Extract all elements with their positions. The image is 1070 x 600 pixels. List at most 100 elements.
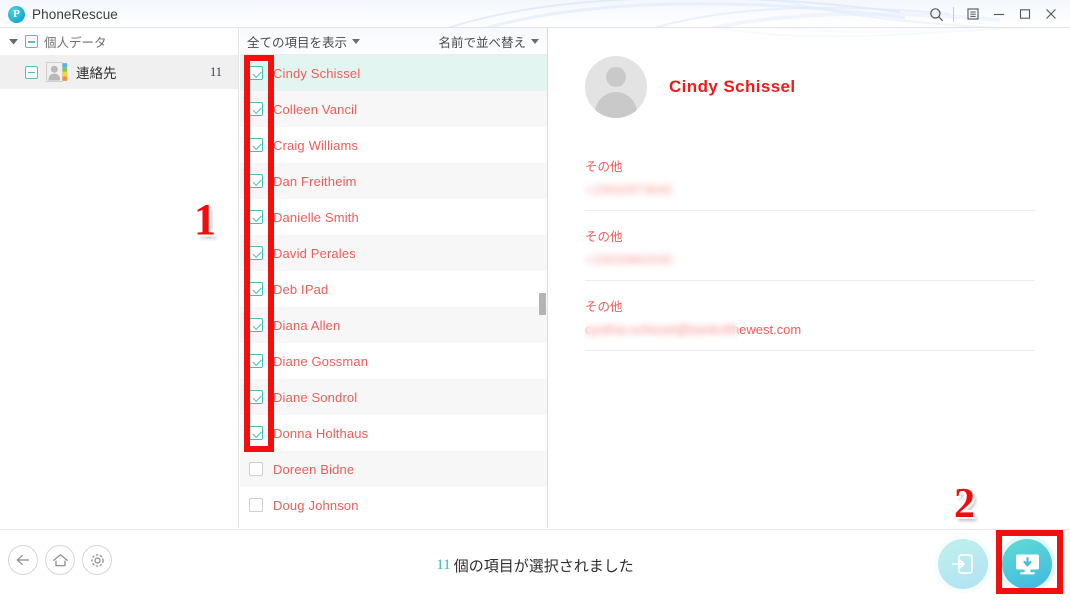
contact-name: Craig Williams xyxy=(273,137,359,153)
row-checkbox[interactable] xyxy=(249,102,263,116)
logo-letter: P xyxy=(13,7,20,20)
row-checkbox[interactable] xyxy=(249,66,263,80)
contact-name: Donna Holthaus xyxy=(273,425,369,441)
contacts-checkbox[interactable] xyxy=(25,65,38,79)
selection-status: 11 個の項目が選択されました xyxy=(0,530,1070,600)
nav-buttons xyxy=(8,545,112,575)
detail-field-value: +15632873640 xyxy=(585,182,1035,199)
filter-dropdown[interactable]: 全ての項目を表示 xyxy=(247,32,361,51)
selection-status-text: 個の項目が選択されました xyxy=(453,558,634,575)
partially-redacted-value: cynthia.schissel@bankofthewest.com xyxy=(585,320,801,341)
sidebar-item-label: 連絡先 xyxy=(76,66,117,81)
bottom-bar: 11 個の項目が選択されました xyxy=(0,529,1070,600)
table-row[interactable]: Cindy Schissel xyxy=(240,55,547,91)
sidebar-item-contacts[interactable]: 連絡先 11 xyxy=(0,55,238,89)
sidebar: 個人データ 連絡先 11 xyxy=(0,28,239,528)
table-row[interactable]: Diane Sondrol xyxy=(240,379,547,415)
title-bar: P PhoneRescue xyxy=(0,0,1070,28)
table-row[interactable]: Craig Williams xyxy=(240,127,547,163)
contact-name: Deb IPad xyxy=(273,281,329,297)
selection-count: 11 xyxy=(436,557,451,573)
table-row[interactable]: Doug Johnson xyxy=(240,487,547,523)
minimize-icon[interactable] xyxy=(986,0,1012,27)
chevron-down-icon xyxy=(352,38,361,44)
group-checkbox[interactable] xyxy=(25,35,38,48)
sort-label: 名前で並べ替え xyxy=(438,35,526,50)
list-scrollbar[interactable] xyxy=(539,55,546,528)
chevron-down-icon xyxy=(531,38,539,44)
close-icon[interactable] xyxy=(1038,0,1064,27)
phonerescue-window: P PhoneRescue 個人データ 連絡先 11 全ての項目を表示 名前で並… xyxy=(0,0,1070,600)
row-checkbox[interactable] xyxy=(249,282,263,296)
maximize-icon[interactable] xyxy=(1012,0,1038,27)
table-row[interactable]: Diana Allen xyxy=(240,307,547,343)
contact-name: Dan Freitheim xyxy=(273,173,357,189)
row-checkbox[interactable] xyxy=(249,210,263,224)
search-icon[interactable] xyxy=(923,0,949,27)
contact-name: Diana Allen xyxy=(273,317,341,333)
sidebar-group-label: 個人データ xyxy=(44,36,107,50)
contact-name: David Perales xyxy=(273,245,356,261)
detail-field: その他 +15633862040 xyxy=(585,226,1035,281)
avatar-placeholder-icon xyxy=(585,56,647,118)
detail-field-value: cynthia.schissel@bankofthewest.com xyxy=(585,320,1035,341)
detail-field-label: その他 xyxy=(585,160,623,174)
detail-field-value: +15633862040 xyxy=(585,252,1035,269)
table-row[interactable]: Danielle Smith xyxy=(240,199,547,235)
contact-name: Danielle Smith xyxy=(273,209,359,225)
back-arrow-icon[interactable] xyxy=(8,545,38,575)
filter-label: 全ての項目を表示 xyxy=(247,35,348,50)
table-row[interactable]: Doreen Bidne xyxy=(240,451,547,487)
row-checkbox[interactable] xyxy=(249,174,263,188)
row-checkbox[interactable] xyxy=(249,354,263,368)
redaction-mask xyxy=(585,320,738,341)
table-row[interactable]: David Perales xyxy=(240,235,547,271)
contact-name: Doreen Bidne xyxy=(273,461,355,477)
list-toolbar: 全ての項目を表示 名前で並べ替え xyxy=(240,28,547,55)
contact-name: Diane Sondrol xyxy=(273,389,358,405)
table-row[interactable]: Dan Freitheim xyxy=(240,163,547,199)
redacted-value: +15633862040 xyxy=(585,252,673,267)
row-checkbox[interactable] xyxy=(249,426,263,440)
sidebar-group-personal-data[interactable]: 個人データ xyxy=(0,28,238,55)
titlebar-decoration xyxy=(447,0,1001,27)
row-checkbox[interactable] xyxy=(249,462,263,476)
contact-name: Cindy Schissel xyxy=(273,65,361,81)
sidebar-item-count: 11 xyxy=(209,64,222,79)
action-buttons xyxy=(938,539,1052,589)
contacts-icon xyxy=(46,61,68,83)
row-checkbox[interactable] xyxy=(249,246,263,260)
contact-list-panel: 全ての項目を表示 名前で並べ替え Cindy Schissel Colleen V… xyxy=(240,28,548,528)
detail-fields: その他 +15632873640 その他 +15633862040 その他 cynthia… xyxy=(585,156,1035,351)
recover-to-computer-icon[interactable] xyxy=(1002,539,1052,589)
redacted-value: +15632873640 xyxy=(585,182,673,197)
table-row[interactable]: Diane Gossman xyxy=(240,343,547,379)
menu-icon[interactable] xyxy=(960,0,986,27)
detail-field: その他 cynthia.schissel@bankofthewest.com xyxy=(585,296,1035,351)
list-scrollbar-thumb[interactable] xyxy=(539,293,546,315)
gear-icon[interactable] xyxy=(82,545,112,575)
table-row[interactable]: Colleen Vancil xyxy=(240,91,547,127)
contact-name: Colleen Vancil xyxy=(273,101,358,117)
row-checkbox[interactable] xyxy=(249,318,263,332)
detail-field: その他 +15632873640 xyxy=(585,156,1035,211)
detail-field-label: その他 xyxy=(585,230,623,244)
row-checkbox[interactable] xyxy=(249,498,263,512)
home-icon[interactable] xyxy=(45,545,75,575)
row-checkbox[interactable] xyxy=(249,138,263,152)
table-row[interactable]: Deb IPad xyxy=(240,271,547,307)
contact-name: Diane Gossman xyxy=(273,353,369,369)
restore-to-device-icon[interactable] xyxy=(938,539,988,589)
contact-name: Doug Johnson xyxy=(273,497,359,513)
contact-detail-panel: Cindy Schissel その他 +15632873640 その他 +156338… xyxy=(549,28,1070,528)
controls-divider xyxy=(953,6,954,22)
detail-field-label: その他 xyxy=(585,300,623,314)
table-row[interactable]: Donna Holthaus xyxy=(240,415,547,451)
app-title: PhoneRescue xyxy=(32,6,118,22)
detail-header: Cindy Schissel xyxy=(585,56,796,118)
sort-dropdown[interactable]: 名前で並べ替え xyxy=(438,32,539,51)
contact-rows: Cindy Schissel Colleen Vancil Craig Willia… xyxy=(240,55,547,528)
phonerescue-logo-icon: P xyxy=(8,5,25,23)
chevron-down-icon[interactable] xyxy=(8,36,19,47)
row-checkbox[interactable] xyxy=(249,390,263,404)
